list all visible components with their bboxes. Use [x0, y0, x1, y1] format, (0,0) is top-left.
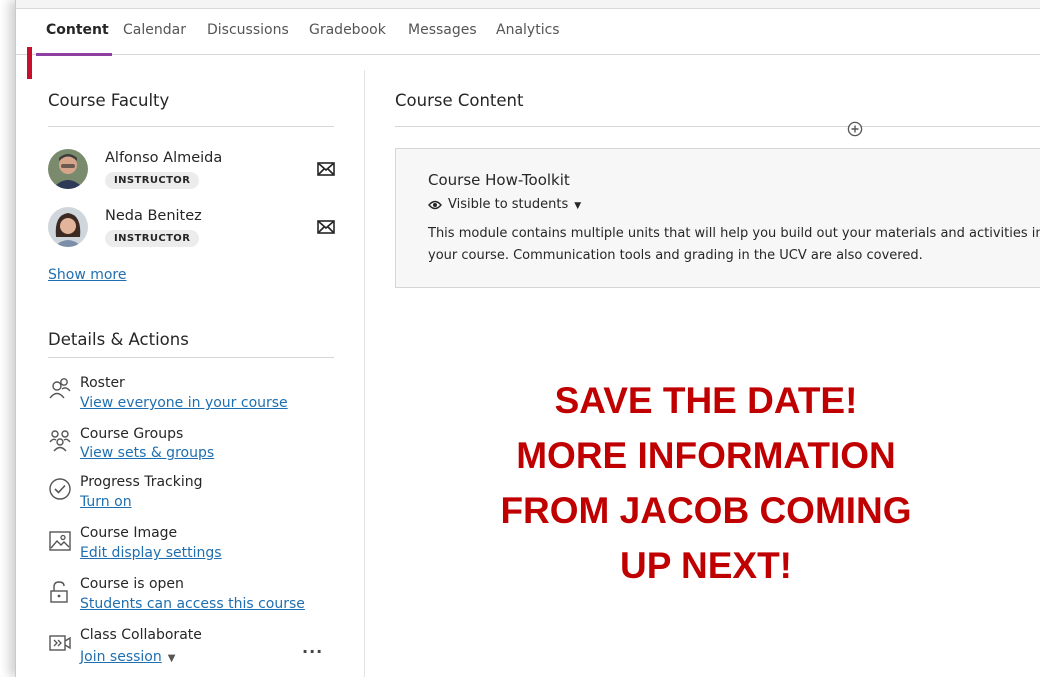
role-badge: INSTRUCTOR: [105, 172, 200, 189]
image-icon: [49, 531, 71, 551]
tab-calendar[interactable]: Calendar: [123, 22, 186, 38]
join-session-link[interactable]: Join session ▼: [80, 649, 175, 665]
students-access-link[interactable]: Students can access this course: [80, 596, 305, 612]
course-content-heading: Course Content: [395, 91, 524, 110]
roster-title: Roster: [80, 375, 125, 391]
class-collaborate-title: Class Collaborate: [80, 627, 202, 643]
announcement-line: FROM JACOB COMING: [500, 490, 912, 531]
roster-icon: [49, 378, 71, 399]
module-title[interactable]: Course How-Toolkit: [428, 171, 570, 189]
visibility-dropdown[interactable]: Visible to students ▼: [428, 197, 581, 212]
add-content-icon[interactable]: [847, 121, 863, 137]
course-tabs: Content Calendar Discussions Gradebook M…: [16, 8, 1040, 56]
course-open-title: Course is open: [80, 576, 184, 592]
active-tab-indicator: [36, 53, 112, 56]
course-window: Content Calendar Discussions Gradebook M…: [15, 0, 1040, 677]
unlock-icon: [50, 581, 68, 603]
course-faculty-heading: Course Faculty: [48, 91, 170, 110]
tab-gradebook[interactable]: Gradebook: [309, 22, 386, 38]
announcement-line: UP NEXT!: [619, 545, 792, 586]
faculty-name[interactable]: Alfonso Almeida: [105, 150, 222, 166]
announcement-line: SAVE THE DATE!: [554, 380, 858, 421]
accent-bar: [27, 47, 32, 79]
announcement-line: MORE INFORMATION: [516, 435, 896, 476]
chevron-down-icon[interactable]: ▼: [168, 653, 176, 664]
edit-display-settings-link[interactable]: Edit display settings: [80, 545, 222, 561]
module-description: This module contains multiple units that…: [428, 226, 1040, 263]
mail-icon[interactable]: [317, 162, 335, 176]
tab-analytics[interactable]: Analytics: [496, 22, 560, 38]
more-options-button[interactable]: ...: [302, 638, 323, 657]
show-more-link[interactable]: Show more: [48, 267, 127, 283]
tab-content[interactable]: Content: [46, 22, 109, 38]
tab-discussions[interactable]: Discussions: [207, 22, 289, 38]
role-badge: INSTRUCTOR: [105, 230, 200, 247]
tab-messages[interactable]: Messages: [408, 22, 477, 38]
column-divider: [364, 70, 365, 677]
course-groups-title: Course Groups: [80, 426, 184, 442]
details-divider: [48, 357, 334, 358]
learning-module-card[interactable]: Course How-Toolkit Visible to students ▼ …: [395, 148, 1040, 288]
course-image-title: Course Image: [80, 525, 178, 541]
avatar[interactable]: [48, 149, 88, 189]
join-session-label[interactable]: Join session: [80, 649, 162, 665]
visibility-label: Visible to students: [448, 197, 569, 212]
details-actions-heading: Details & Actions: [48, 330, 189, 349]
content-divider: [395, 126, 1040, 127]
collaborate-icon: [49, 635, 71, 651]
eye-icon: [428, 200, 442, 210]
chevron-down-icon: ▼: [574, 201, 582, 211]
turn-on-link[interactable]: Turn on: [80, 494, 132, 510]
avatar[interactable]: [48, 207, 88, 247]
view-groups-link[interactable]: View sets & groups: [80, 445, 214, 461]
groups-icon: [49, 430, 71, 452]
faculty-divider: [48, 126, 334, 127]
progress-tracking-title: Progress Tracking: [80, 474, 203, 490]
announcement-text: SAVE THE DATE! MORE INFORMATION FROM JAC…: [396, 373, 1016, 593]
faculty-name[interactable]: Neda Benitez: [105, 208, 202, 224]
progress-check-icon: [49, 478, 71, 500]
view-roster-link[interactable]: View everyone in your course: [80, 395, 288, 411]
mail-icon[interactable]: [317, 220, 335, 234]
